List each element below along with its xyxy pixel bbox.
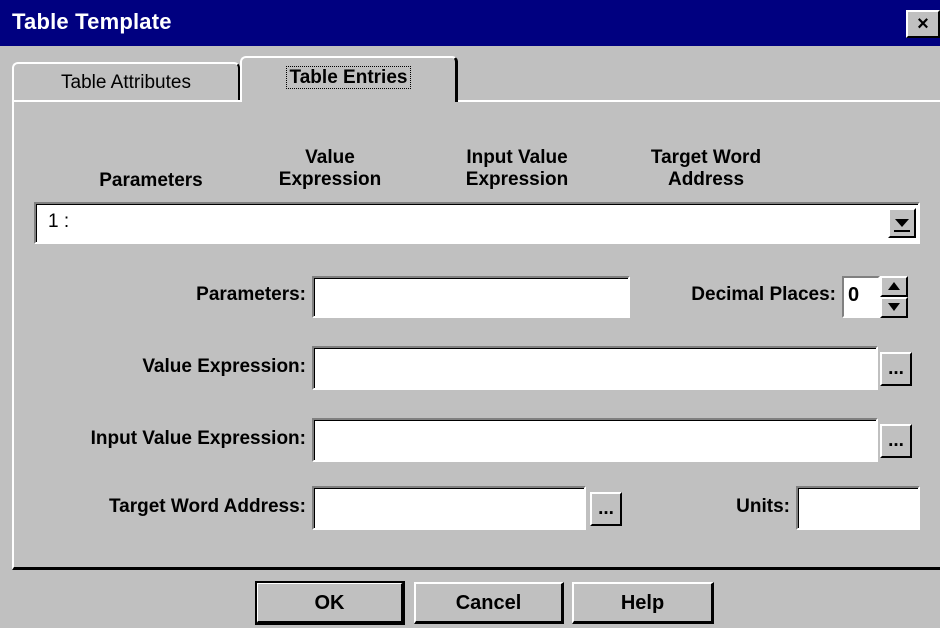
tab-table-entries[interactable]: Table Entries	[240, 56, 458, 102]
units-input[interactable]	[796, 486, 920, 530]
column-header-value-expression: Value Expression	[278, 147, 382, 190]
target-word-address-label: Target Word Address:	[108, 496, 306, 517]
value-expression-input[interactable]	[312, 346, 878, 390]
units-label: Units:	[736, 496, 790, 517]
value-expression-label: Value Expression:	[142, 356, 306, 377]
arrow-down-icon	[888, 303, 900, 311]
value-expression-browse-button[interactable]: ...	[880, 352, 912, 386]
decimal-places-spinner	[880, 276, 908, 318]
cancel-button[interactable]: Cancel	[414, 582, 564, 624]
input-value-expression-browse-button[interactable]: ...	[880, 424, 912, 458]
spin-down-button[interactable]	[880, 297, 908, 318]
parameters-input[interactable]	[312, 276, 630, 318]
entry-dropdown-value: 1 :	[48, 211, 70, 232]
tab-label: Table Entries	[285, 66, 412, 89]
tab-label: Table Attributes	[61, 72, 191, 93]
close-button[interactable]: ×	[906, 10, 940, 38]
target-word-address-browse-button[interactable]: ...	[590, 492, 622, 526]
decimal-places-input[interactable]: 0	[842, 276, 880, 318]
parameters-label: Parameters:	[196, 284, 306, 305]
arrow-up-icon	[888, 282, 900, 290]
column-header-target-word-address: Target Word Address	[650, 147, 762, 190]
column-header-input-value-expression: Input Value Expression	[465, 147, 569, 190]
chevron-down-icon	[895, 219, 909, 227]
dropdown-underline	[894, 230, 910, 232]
input-value-expression-label: Input Value Expression:	[90, 428, 306, 449]
help-button[interactable]: Help	[572, 582, 714, 624]
decimal-places-label: Decimal Places:	[691, 284, 836, 305]
spin-up-button[interactable]	[880, 276, 908, 297]
target-word-address-input[interactable]	[312, 486, 586, 530]
dropdown-button[interactable]	[888, 208, 916, 238]
ok-button[interactable]: OK	[255, 581, 405, 625]
tab-table-attributes[interactable]: Table Attributes	[12, 62, 240, 100]
input-value-expression-input[interactable]	[312, 418, 878, 462]
column-header-parameters: Parameters	[99, 170, 203, 191]
window-title: Table Template	[12, 9, 172, 34]
entry-dropdown[interactable]	[34, 202, 920, 244]
